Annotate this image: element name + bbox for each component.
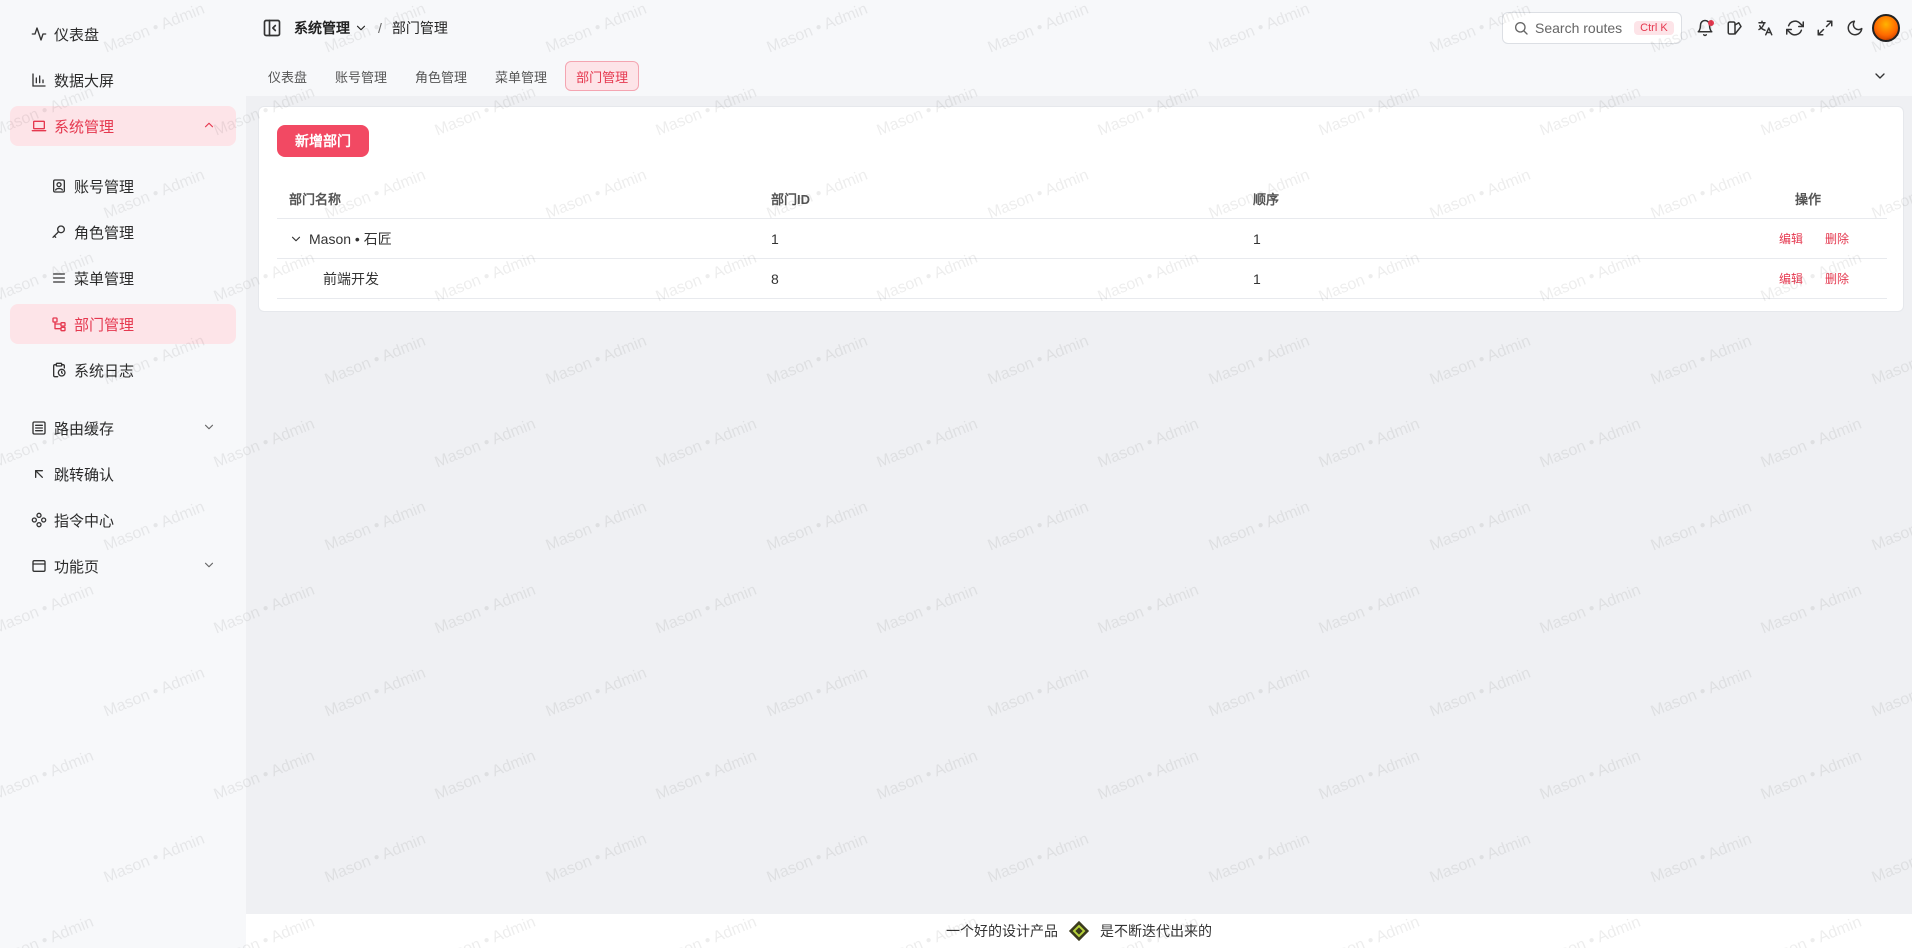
column-header-actions: 操作 bbox=[1794, 192, 1821, 207]
tab-roles[interactable]: 角色管理 bbox=[405, 61, 477, 91]
cell-order: 1 bbox=[1253, 230, 1261, 247]
sidebar-item-dashboard[interactable]: 仪表盘 bbox=[10, 14, 236, 54]
department-table: 部门名称 部门ID 顺序 操作 Mason • 石匠 1 1 编辑 删除 前端开… bbox=[277, 179, 1887, 299]
avatar[interactable] bbox=[1872, 14, 1900, 42]
sidebar-item-departments[interactable]: 部门管理 bbox=[10, 304, 236, 344]
activity-icon bbox=[30, 25, 48, 43]
arrow-up-left-icon bbox=[30, 465, 48, 483]
tab-bar: 仪表盘 账号管理 角色管理 菜单管理 部门管理 bbox=[246, 56, 1912, 96]
main-content: 新增部门 部门名称 部门ID 顺序 操作 Mason • 石匠 1 1 编辑 删… bbox=[246, 96, 1912, 914]
sidebar-item-menus[interactable]: 菜单管理 bbox=[10, 258, 236, 298]
sidebar-item-redirect-confirm[interactable]: 跳转确认 bbox=[10, 454, 236, 494]
breadcrumb-item-current: 部门管理 bbox=[391, 20, 448, 36]
sidebar-item-system-log[interactable]: 系统日志 bbox=[10, 350, 236, 390]
table-row: Mason • 石匠 1 1 编辑 删除 bbox=[277, 219, 1887, 259]
sidebar-item-data-screen[interactable]: 数据大屏 bbox=[10, 60, 236, 100]
fullscreen-icon[interactable] bbox=[1814, 17, 1836, 39]
sidebar-item-label: 指令中心 bbox=[54, 512, 115, 530]
chevron-down-icon bbox=[356, 25, 366, 31]
tab-dashboard[interactable]: 仪表盘 bbox=[258, 61, 317, 91]
footer-text-left: 一个好的设计产品 bbox=[946, 923, 1058, 939]
sidebar-item-label: 账号管理 bbox=[74, 178, 135, 196]
clock-log-icon bbox=[50, 361, 68, 379]
sidebar-item-label: 菜单管理 bbox=[74, 270, 135, 288]
top-header: 系统管理 / 部门管理 Search routes Ctrl K bbox=[246, 0, 1912, 56]
sidebar-item-label: 系统日志 bbox=[74, 362, 135, 380]
key-icon bbox=[50, 223, 68, 241]
sidebar-item-label: 系统管理 bbox=[54, 118, 115, 136]
delete-link[interactable]: 删除 bbox=[1825, 270, 1849, 287]
sidebar-item-label: 功能页 bbox=[54, 558, 100, 576]
sidebar: 仪表盘 数据大屏 系统管理 账号管理 角色管理 菜单管理 部门管理 系统日志 路… bbox=[0, 0, 246, 948]
table-header: 部门名称 部门ID 顺序 操作 bbox=[277, 179, 1887, 219]
breadcrumb-separator: / bbox=[378, 20, 382, 36]
bell-icon[interactable] bbox=[1694, 17, 1716, 39]
org-tree-icon bbox=[50, 315, 68, 333]
chevron-down-icon bbox=[202, 420, 216, 434]
cell-actions: 编辑 删除 bbox=[1725, 230, 1887, 247]
diamond-logo-icon bbox=[1068, 920, 1090, 942]
list-box-icon bbox=[30, 419, 48, 437]
delete-link[interactable]: 删除 bbox=[1825, 230, 1849, 247]
sidebar-item-route-cache[interactable]: 路由缓存 bbox=[10, 408, 236, 448]
tab-accounts[interactable]: 账号管理 bbox=[325, 61, 397, 91]
column-header-name: 部门名称 bbox=[289, 192, 342, 207]
browser-window-icon bbox=[30, 557, 48, 575]
translate-icon[interactable] bbox=[1754, 17, 1776, 39]
moon-icon[interactable] bbox=[1844, 17, 1866, 39]
cell-order: 1 bbox=[1253, 270, 1261, 287]
sidebar-item-command-center[interactable]: 指令中心 bbox=[10, 500, 236, 540]
sidebar-item-label: 角色管理 bbox=[74, 224, 135, 242]
notification-dot bbox=[1708, 20, 1714, 26]
department-name: 前端开发 bbox=[323, 270, 379, 287]
edit-link[interactable]: 编辑 bbox=[1779, 230, 1803, 247]
sidebar-item-label: 路由缓存 bbox=[54, 420, 115, 438]
column-header-order: 顺序 bbox=[1253, 192, 1280, 207]
refresh-icon[interactable] bbox=[1784, 17, 1806, 39]
footer-text-right: 是不断迭代出来的 bbox=[1100, 923, 1212, 939]
chevron-down-icon[interactable] bbox=[289, 232, 303, 246]
edit-link[interactable]: 编辑 bbox=[1779, 270, 1803, 287]
search-icon bbox=[1515, 22, 1528, 35]
menu-icon bbox=[50, 269, 68, 287]
cell-id: 8 bbox=[771, 270, 779, 287]
sidebar-collapse-icon[interactable] bbox=[262, 18, 282, 38]
bar-chart-icon bbox=[30, 71, 48, 89]
sidebar-item-system-management[interactable]: 系统管理 bbox=[10, 106, 236, 146]
breadcrumb: 系统管理 / 部门管理 bbox=[294, 18, 448, 38]
cell-name: 前端开发 bbox=[277, 269, 761, 289]
sidebar-item-feature-pages[interactable]: 功能页 bbox=[10, 546, 236, 586]
laptop-icon bbox=[30, 117, 48, 135]
tab-departments[interactable]: 部门管理 bbox=[565, 61, 640, 91]
department-card: 新增部门 部门名称 部门ID 顺序 操作 Mason • 石匠 1 1 编辑 删… bbox=[258, 106, 1904, 312]
footer: 一个好的设计产品 是不断迭代出来的 bbox=[246, 914, 1912, 948]
breadcrumb-item-system[interactable]: 系统管理 bbox=[294, 18, 368, 38]
user-card-icon bbox=[50, 177, 68, 195]
chevron-down-icon bbox=[202, 558, 216, 572]
column-header-id: 部门ID bbox=[771, 192, 811, 207]
sidebar-item-label: 部门管理 bbox=[74, 316, 135, 334]
sidebar-item-label: 数据大屏 bbox=[54, 72, 115, 90]
sidebar-item-label: 仪表盘 bbox=[54, 26, 100, 44]
search-placeholder: Search routes bbox=[1535, 20, 1623, 36]
theme-palette-icon[interactable] bbox=[1724, 17, 1746, 39]
chevron-up-icon bbox=[202, 118, 216, 132]
cell-id: 1 bbox=[771, 230, 779, 247]
nodes-icon bbox=[30, 511, 48, 529]
tab-menus[interactable]: 菜单管理 bbox=[485, 61, 557, 91]
search-input[interactable]: Search routes Ctrl K bbox=[1502, 12, 1682, 44]
cell-name: Mason • 石匠 bbox=[277, 229, 761, 249]
department-name: Mason • 石匠 bbox=[309, 230, 392, 247]
chevron-down-icon[interactable] bbox=[1872, 68, 1888, 84]
sidebar-item-label: 跳转确认 bbox=[54, 466, 115, 484]
shortcut-badge: Ctrl K bbox=[1634, 21, 1674, 35]
table-row: 前端开发 8 1 编辑 删除 bbox=[277, 259, 1887, 299]
add-department-button[interactable]: 新增部门 bbox=[277, 125, 369, 157]
sidebar-item-roles[interactable]: 角色管理 bbox=[10, 212, 236, 252]
sidebar-item-accounts[interactable]: 账号管理 bbox=[10, 166, 236, 206]
cell-actions: 编辑 删除 bbox=[1725, 270, 1887, 287]
